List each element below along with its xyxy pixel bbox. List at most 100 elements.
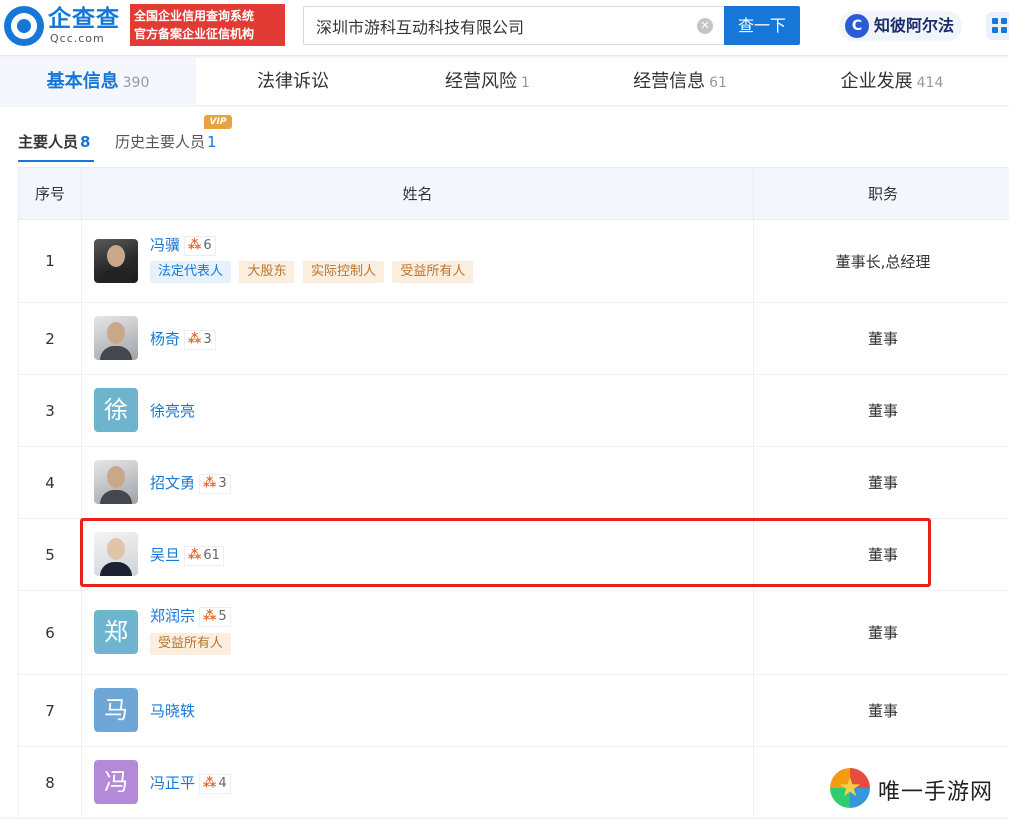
avatar[interactable]: 马 — [94, 688, 138, 732]
person-name-link[interactable]: 冯骥⁂6 — [150, 234, 216, 256]
row-no: 3 — [19, 375, 82, 447]
name-cell: 杨奇⁂3 — [82, 303, 754, 375]
vip-badge: VIP — [204, 115, 232, 129]
row-role: 董事 — [754, 519, 1009, 591]
search-input[interactable] — [303, 6, 724, 45]
row-role: 董事 — [754, 375, 1009, 447]
name-cell: 冯骥⁂6 法定代表人 大股东 实际控制人 受益所有人 — [82, 220, 754, 303]
relation-count: 4 — [218, 776, 226, 791]
people-panel: 主要人员8 历史主要人员1 VIP 序号 姓名 职务 1 冯骥⁂6 法定代表人 … — [0, 107, 1009, 817]
tab-count: 414 — [917, 75, 944, 91]
watermark-text: 唯一手游网 — [878, 774, 993, 806]
avatar[interactable] — [94, 316, 138, 360]
row-no: 5 — [19, 519, 82, 591]
name-cell: 郑 郑润宗⁂5 受益所有人 — [82, 591, 754, 675]
relation-count-badge[interactable]: ⁂5 — [199, 607, 231, 627]
avatar[interactable]: 郑 — [94, 610, 138, 654]
table-row: 6 郑 郑润宗⁂5 受益所有人 董事 — [19, 591, 1009, 675]
relation-count-badge[interactable]: ⁂6 — [184, 236, 216, 256]
subtab-history-people[interactable]: 历史主要人员1 — [115, 131, 217, 152]
person-name-link[interactable]: 郑润宗⁂5 — [150, 605, 231, 627]
zbaf-button[interactable]: C 知彼阿尔法 — [839, 11, 962, 41]
slogan-line-2: 官方备案企业征信机构 — [134, 25, 281, 43]
person-name-link[interactable]: 徐亮亮 — [150, 400, 195, 421]
relation-graph-icon: ⁂ — [188, 332, 201, 347]
relation-count-badge[interactable]: ⁂3 — [199, 474, 231, 494]
person-name-link[interactable]: 杨奇⁂3 — [150, 328, 216, 350]
top-header: 企查查 Qcc.com 全国企业信用查询系统 官方备案企业征信机构 ✕ 查一下 … — [0, 0, 1009, 56]
relation-graph-icon: ⁂ — [188, 238, 201, 253]
subtab-label: 主要人员 — [18, 133, 78, 151]
person-name-link[interactable]: 招文勇⁂3 — [150, 472, 231, 494]
row-no: 8 — [19, 747, 82, 819]
table-row: 1 冯骥⁂6 法定代表人 大股东 实际控制人 受益所有人 董事长,总经理 — [19, 220, 1009, 303]
avatar[interactable] — [94, 532, 138, 576]
table-row: 4 招文勇⁂3 董事 — [19, 447, 1009, 519]
table-row: 5 吴旦⁂61 董事 — [19, 519, 1009, 591]
table-row: 2 杨奇⁂3 董事 — [19, 303, 1009, 375]
name-cell: 冯 冯正平⁂4 — [82, 747, 754, 819]
person-name-link[interactable]: 冯正平⁂4 — [150, 772, 231, 794]
avatar[interactable]: 徐 — [94, 388, 138, 432]
tab-count: 61 — [709, 75, 727, 91]
subtab-current-people[interactable]: 主要人员8 — [18, 131, 90, 152]
slogan-line-1: 全国企业信用查询系统 — [134, 7, 281, 25]
people-table: 序号 姓名 职务 1 冯骥⁂6 法定代表人 大股东 实际控制人 受益所有人 董事… — [18, 167, 1009, 819]
avatar[interactable] — [94, 239, 138, 283]
subtab-count: 1 — [207, 133, 217, 151]
tab-legal[interactable]: 法律诉讼 — [196, 58, 390, 106]
row-no: 4 — [19, 447, 82, 519]
relation-count-badge[interactable]: ⁂4 — [199, 774, 231, 794]
person-name: 冯骥 — [150, 236, 180, 254]
relation-count: 5 — [218, 609, 226, 624]
row-no: 1 — [19, 220, 82, 303]
tab-risk[interactable]: 经营风险1 — [390, 58, 585, 106]
tag-beneficiary: 受益所有人 — [392, 261, 473, 283]
qcc-logo-icon — [4, 6, 44, 46]
logo-text: 企查查 — [48, 6, 120, 32]
subtab-label: 历史主要人员 — [115, 133, 205, 151]
avatar[interactable] — [94, 460, 138, 504]
person-name: 杨奇 — [150, 330, 180, 348]
tab-development[interactable]: 企业发展414 — [775, 58, 1009, 106]
person-name: 马晓轶 — [150, 702, 195, 720]
row-role: 董事 — [754, 447, 1009, 519]
name-cell: 吴旦⁂61 — [82, 519, 754, 591]
relation-graph-icon: ⁂ — [203, 776, 216, 791]
name-cell: 徐 徐亮亮 — [82, 375, 754, 447]
person-name-link[interactable]: 马晓轶 — [150, 700, 195, 721]
search-button[interactable]: 查一下 — [724, 6, 800, 45]
relation-count-badge[interactable]: ⁂3 — [184, 330, 216, 350]
tab-label: 基本信息 — [47, 71, 119, 92]
header-role: 职务 — [754, 168, 1009, 220]
tag-legal-rep: 法定代表人 — [150, 261, 231, 283]
row-role: 董事 — [754, 303, 1009, 375]
header-name: 姓名 — [82, 168, 754, 220]
tab-label: 企业发展 — [841, 71, 913, 92]
person-name: 冯正平 — [150, 774, 195, 792]
person-name: 招文勇 — [150, 474, 195, 492]
qcc-logo[interactable]: 企查查 Qcc.com — [4, 6, 128, 46]
person-name-link[interactable]: 吴旦⁂61 — [150, 544, 224, 566]
person-tags: 法定代表人 大股东 实际控制人 受益所有人 — [150, 261, 477, 283]
relation-count-badge[interactable]: ⁂61 — [184, 546, 224, 566]
row-role: 董事长,总经理 — [754, 220, 1009, 303]
person-name: 徐亮亮 — [150, 402, 195, 420]
apps-icon[interactable] — [986, 12, 1009, 40]
name-cell: 招文勇⁂3 — [82, 447, 754, 519]
table-row: 3 徐 徐亮亮 董事 — [19, 375, 1009, 447]
tag-beneficiary: 受益所有人 — [150, 633, 231, 655]
row-no: 2 — [19, 303, 82, 375]
relation-graph-icon: ⁂ — [203, 476, 216, 491]
tag-controller: 实际控制人 — [303, 261, 384, 283]
row-role: 董事 — [754, 675, 1009, 747]
tab-operation[interactable]: 经营信息61 — [585, 58, 775, 106]
avatar[interactable]: 冯 — [94, 760, 138, 804]
person-tags: 受益所有人 — [150, 633, 235, 655]
logo-domain: Qcc.com — [50, 33, 105, 45]
subtab-count: 8 — [80, 133, 90, 151]
clear-icon[interactable]: ✕ — [697, 18, 713, 34]
row-role: 董事 — [754, 591, 1009, 675]
tag-major-shareholder: 大股东 — [239, 261, 294, 283]
tab-basic-info[interactable]: 基本信息390 — [0, 58, 196, 106]
